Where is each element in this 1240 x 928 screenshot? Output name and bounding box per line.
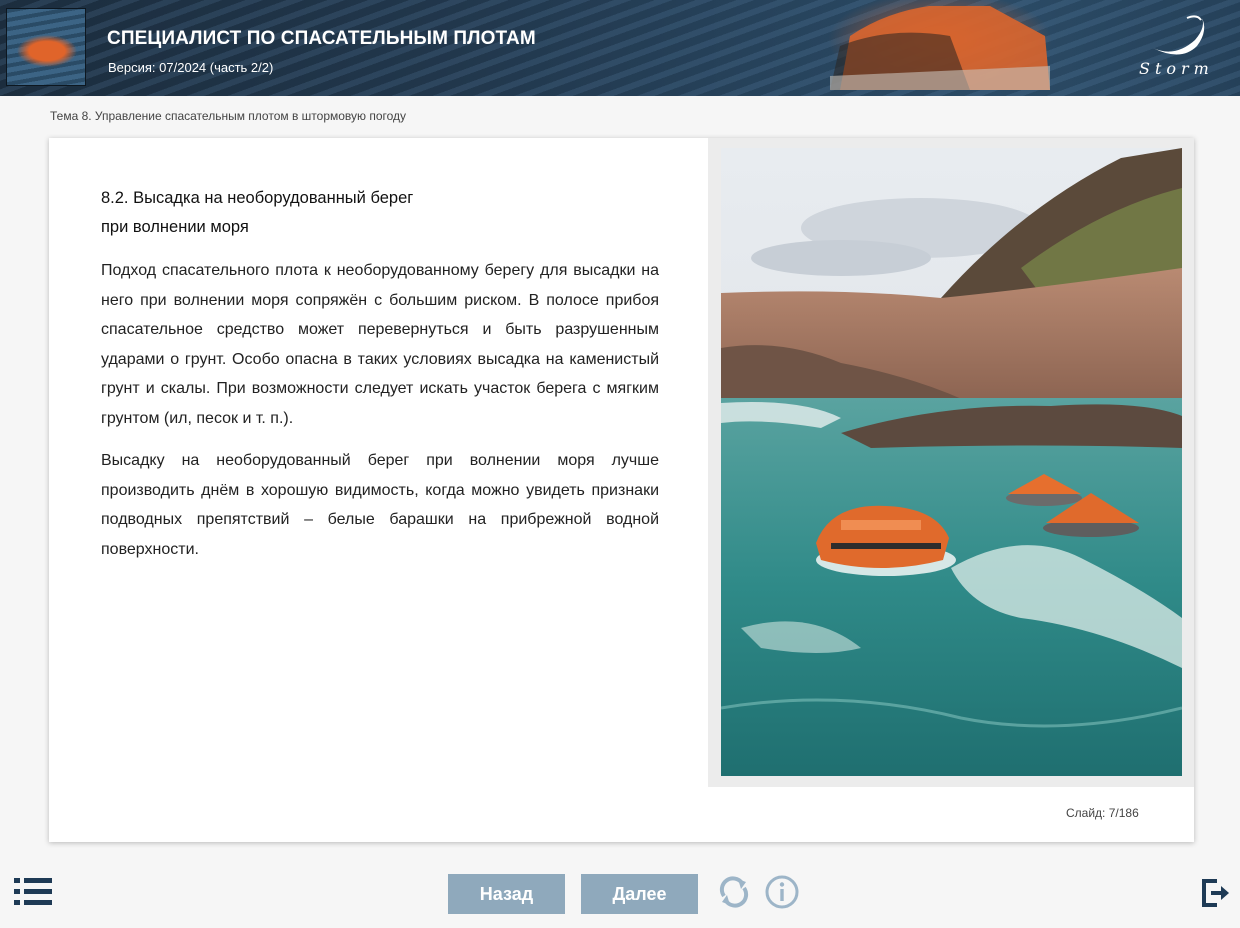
- raft-background-image: [830, 6, 1050, 90]
- paragraph-1: Подход спасательного плота к необорудова…: [101, 262, 659, 427]
- slide-title-line-1: 8.2. Высадка на необорудованный берег: [101, 189, 414, 207]
- exit-icon[interactable]: [1201, 878, 1231, 908]
- course-title: СПЕЦИАЛИСТ ПО СПАСАТЕЛЬНЫМ ПЛОТАМ: [107, 28, 536, 49]
- slide-counter: Слайд: 7/186: [1066, 806, 1139, 820]
- app-header: СПЕЦИАЛИСТ ПО СПАСАТЕЛЬНЫМ ПЛОТАМ Версия…: [0, 0, 1240, 96]
- photo-frame: [708, 138, 1194, 787]
- slide-text: 8.2. Высадка на необорудованный берег пр…: [101, 184, 659, 564]
- logo-text: Storm: [1139, 59, 1214, 78]
- next-button[interactable]: Далее: [581, 874, 698, 914]
- paragraph-2: Высадку на необорудованный берег при вол…: [101, 452, 659, 558]
- course-version: Версия: 07/2024 (часть 2/2): [108, 60, 274, 75]
- course-thumbnail: [6, 8, 86, 86]
- info-icon[interactable]: [764, 874, 800, 910]
- storm-logo-icon: Storm: [1139, 15, 1214, 78]
- back-button[interactable]: Назад: [448, 874, 565, 914]
- rafts-in-surf-photo: [721, 148, 1182, 776]
- slide-card: 8.2. Высадка на необорудованный берег пр…: [49, 138, 1194, 842]
- reload-icon[interactable]: [716, 874, 752, 910]
- slide-title: 8.2. Высадка на необорудованный берег пр…: [101, 184, 659, 242]
- breadcrumb: Тема 8. Управление спасательным плотом в…: [50, 109, 407, 123]
- slide-title-line-2: при волнении моря: [101, 218, 249, 236]
- list-menu-icon[interactable]: [14, 878, 52, 906]
